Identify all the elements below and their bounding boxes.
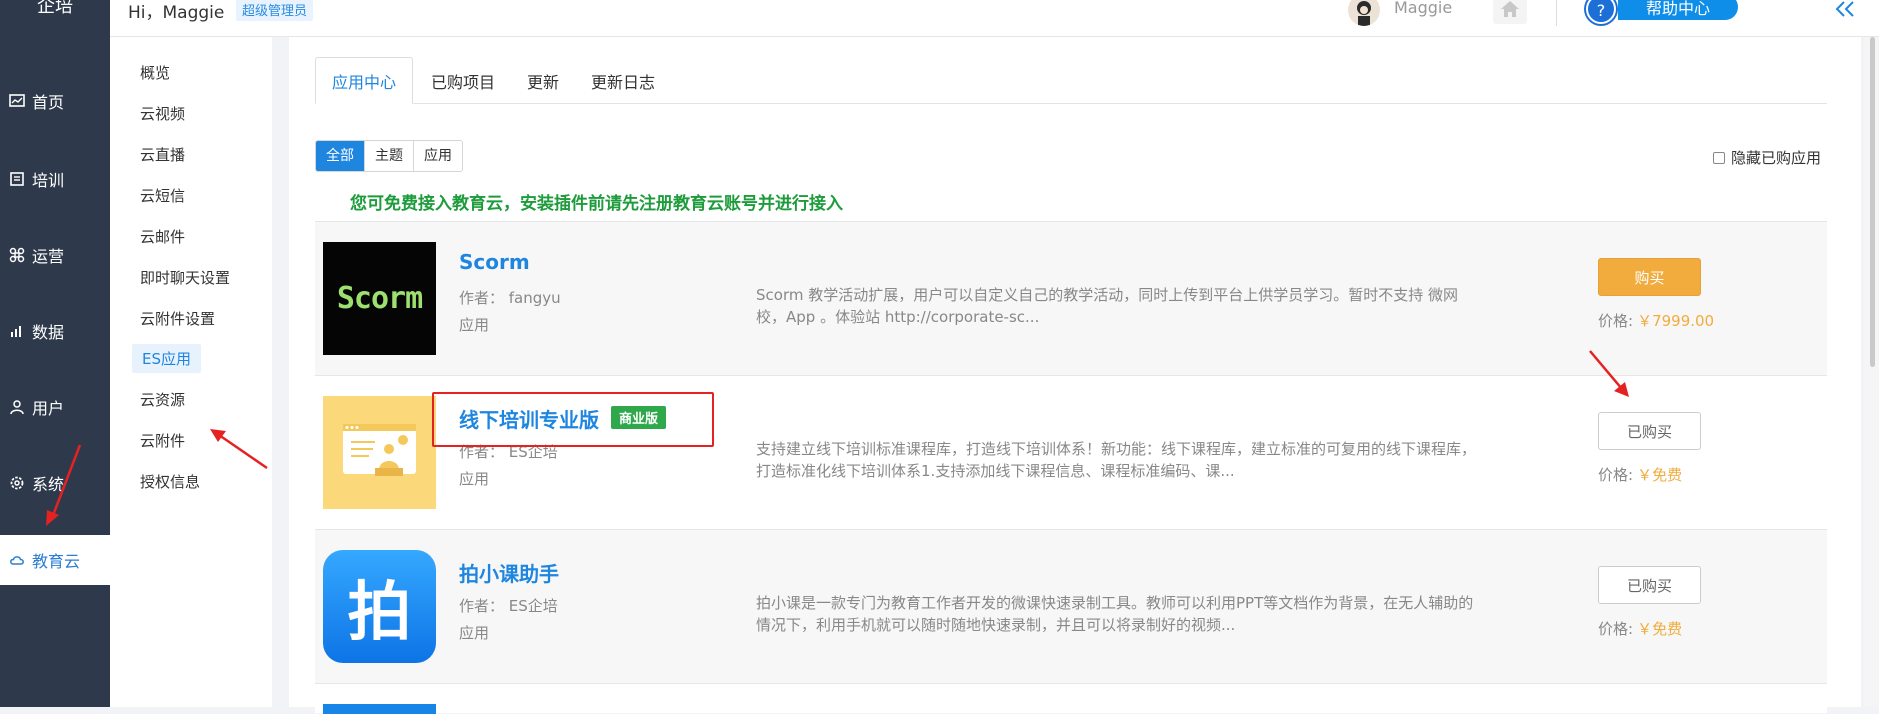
price-label: 价格: [1598, 312, 1634, 330]
nav-item-operations[interactable]: 运营 [0, 230, 110, 280]
nav-label: 运营 [32, 247, 65, 266]
price-text: 价格: ￥免费 [1598, 464, 1682, 485]
nav-item-edu-cloud[interactable]: 教育云 [0, 535, 110, 585]
app-type: 应用 [459, 470, 490, 488]
purchased-button[interactable]: 已购买 [1598, 566, 1701, 604]
scrollbar-thumb[interactable] [1870, 37, 1875, 367]
thumbnail-text: Scorm [336, 281, 423, 316]
header-divider [1556, 0, 1557, 26]
app-description: 支持建立线下培训标准课程库，打造线下培训体系！新功能：线下课程库，建立标准的可复… [756, 440, 1477, 480]
price-amount: ￥免费 [1637, 620, 1683, 638]
app-title[interactable]: Scorm [459, 250, 530, 274]
annotation-highlight-box [432, 392, 714, 447]
dashboard-icon [8, 92, 26, 110]
filter-theme[interactable]: 主题 [365, 141, 414, 171]
price-amount: ￥免费 [1637, 466, 1683, 484]
home-button[interactable] [1493, 0, 1527, 24]
nav-label: 教育云 [32, 552, 81, 571]
tab-app-center[interactable]: 应用中心 [315, 57, 413, 104]
greeting-text: Hi，Maggie [128, 3, 225, 23]
submenu-item-es-apps[interactable]: ES应用 [132, 344, 201, 373]
filter-app[interactable]: 应用 [414, 141, 462, 171]
help-question-icon[interactable]: ? [1586, 0, 1616, 24]
chart-icon [8, 322, 26, 340]
brand-logo: 企培 [37, 0, 73, 17]
submenu-item-overview[interactable]: 概览 [140, 62, 170, 83]
submenu-item-cloud-video[interactable]: 云视频 [140, 103, 185, 124]
hide-owned-toggle[interactable]: 隐藏已购应用 [1713, 147, 1821, 168]
submenu-item-cloud-sms[interactable]: 云短信 [140, 185, 185, 206]
secondary-menu: 概览 云视频 云直播 云短信 云邮件 即时聊天设置 云附件设置 ES应用 云资源… [110, 37, 272, 707]
nav-item-users[interactable]: 用户 [0, 382, 110, 432]
submenu-item-cloud-live[interactable]: 云直播 [140, 144, 185, 165]
price-text: 价格: ￥7999.00 [1598, 310, 1714, 331]
tab-changelog[interactable]: 更新日志 [573, 57, 673, 104]
annotation-arrow-icon [210, 429, 268, 470]
gear-icon [8, 474, 26, 492]
price-amount: ￥7999.00 [1637, 312, 1715, 330]
cloud-icon [8, 551, 26, 569]
type-filter: 全部 主题 应用 [315, 140, 463, 172]
submenu-item-cloud-attachments[interactable]: 云附件 [140, 430, 185, 451]
app-thumbnail[interactable]: Scorm [323, 242, 436, 355]
training-board-icon [343, 424, 416, 476]
app-thumbnail[interactable] [323, 704, 436, 714]
purchased-button[interactable]: 已购买 [1598, 412, 1701, 450]
app-type: 应用 [459, 316, 490, 334]
submenu-item-cloud-resources[interactable]: 云资源 [140, 389, 185, 410]
filter-all[interactable]: 全部 [316, 141, 365, 171]
submenu-item-license-info[interactable]: 授权信息 [140, 471, 200, 492]
app-title[interactable]: 拍小课助手 [459, 558, 559, 587]
collapse-sidebar-icon[interactable] [1830, 0, 1860, 22]
help-center-button[interactable]: 帮助中心 [1618, 0, 1738, 20]
nav-label: 数据 [32, 323, 65, 342]
app-author: 作者： ES企培 [459, 597, 558, 615]
main-sidebar: 企培 首页 培训 运营 数据 用户 系统 教育云 [0, 0, 110, 707]
nav-label: 首页 [32, 93, 65, 112]
role-badge: 超级管理员 [236, 0, 314, 21]
user-icon [8, 398, 26, 416]
command-icon [8, 246, 26, 264]
list-item [315, 683, 1827, 714]
submenu-item-im-settings[interactable]: 即时聊天设置 [140, 267, 230, 288]
notice-text: 您可免费接入教育云，安装插件前请先注册教育云账号并进行接入 [350, 194, 843, 214]
buy-button[interactable]: 购买 [1598, 258, 1701, 296]
book-icon [8, 170, 26, 188]
nav-item-home[interactable]: 首页 [0, 76, 110, 126]
avatar[interactable] [1348, 0, 1380, 26]
help-center-label: 帮助中心 [1645, 0, 1710, 18]
app-thumbnail[interactable] [323, 396, 436, 509]
home-icon [1501, 1, 1519, 17]
app-thumbnail[interactable]: 拍 [323, 550, 436, 663]
nav-label: 用户 [32, 399, 65, 418]
app-type: 应用 [459, 624, 490, 642]
price-label: 价格: [1598, 466, 1634, 484]
submenu-item-cloud-email[interactable]: 云邮件 [140, 226, 185, 247]
hide-owned-label: 隐藏已购应用 [1731, 149, 1822, 167]
nav-item-data[interactable]: 数据 [0, 306, 110, 356]
list-item: 拍 拍小课助手 作者： ES企培 应用 拍小课是一款专门为教育工作者开发的微课快… [315, 529, 1827, 683]
tab-updates[interactable]: 更新 [513, 57, 573, 104]
nav-label: 培训 [32, 171, 65, 190]
app-description: Scorm 教学活动扩展，用户可以自定义自己的教学活动，同时上传到平台上供学员学… [756, 286, 1459, 326]
hide-owned-checkbox[interactable] [1713, 151, 1725, 164]
tab-purchased[interactable]: 已购项目 [413, 57, 513, 104]
nav-item-training[interactable]: 培训 [0, 154, 110, 204]
top-header: Hi，Maggie 超级管理员 Maggie ? 帮助中心 [110, 0, 1879, 37]
submenu-item-attachment-settings[interactable]: 云附件设置 [140, 308, 215, 329]
tab-bar: 应用中心 已购项目 更新 更新日志 [315, 57, 1827, 104]
price-text: 价格: ￥免费 [1598, 618, 1682, 639]
app-author: 作者： fangyu [459, 289, 561, 307]
annotation-arrow-icon [1589, 350, 1629, 397]
app-description: 拍小课是一款专门为教育工作者开发的微课快速录制工具。教师可以利用PPT等文档作为… [756, 594, 1474, 634]
price-label: 价格: [1598, 620, 1634, 638]
annotation-arrow-icon [46, 444, 82, 526]
username-text[interactable]: Maggie [1394, 0, 1452, 17]
thumbnail-text: 拍 [347, 575, 412, 650]
